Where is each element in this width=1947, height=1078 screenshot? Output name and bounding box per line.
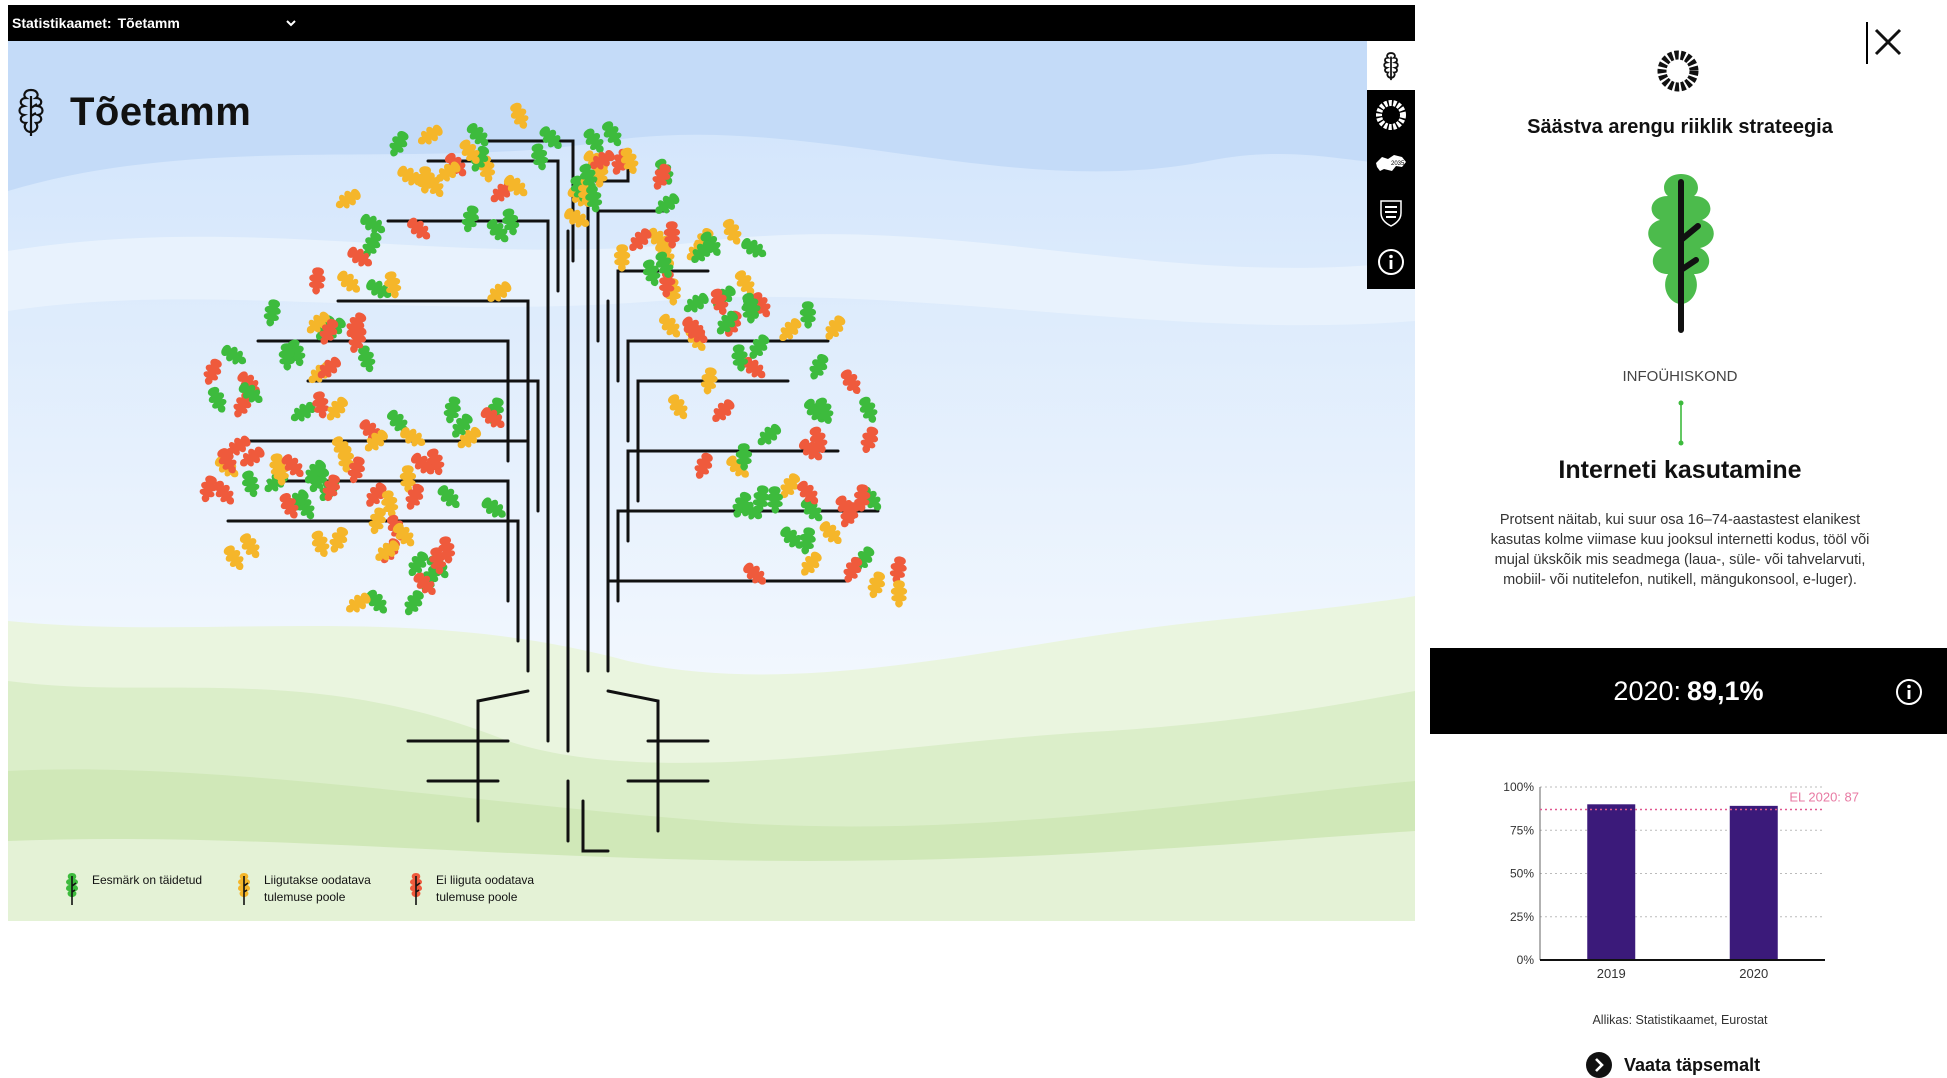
source-text: Allikas: Statistikaamet, Eurostat	[1592, 1013, 1768, 1027]
y-tick-label: 75%	[1510, 823, 1534, 837]
oak-leaf-icon	[18, 88, 44, 136]
info-icon	[1378, 248, 1404, 275]
legend-label: Eesmärk on täidetud	[92, 873, 203, 887]
sdg-button[interactable]	[1367, 90, 1415, 139]
y-tick-label: 0%	[1517, 953, 1535, 967]
legend-label: Ei liiguta oodatava tulemuse poole	[436, 873, 535, 904]
green-leaf-icon	[66, 873, 78, 905]
legend-label: Liigutakse oodatava tulemuse poole	[264, 873, 371, 904]
x-tick-label: 2019	[1597, 966, 1626, 981]
reference-line-label: EL 2020: 87	[1789, 789, 1859, 804]
tree-scene	[8, 41, 1415, 921]
oak-leaf-icon	[1383, 51, 1399, 80]
y-tick-label: 50%	[1510, 867, 1534, 881]
oak-leaf-icon	[1648, 174, 1714, 333]
svg-text:2035: 2035	[1391, 161, 1405, 167]
chart-bar[interactable]	[1729, 805, 1778, 960]
legend-item-achieved: Eesmärk on täidetud	[62, 872, 212, 906]
close-icon[interactable]	[1864, 22, 1908, 66]
page-title: Tõetamm	[70, 89, 252, 134]
side-icon-strip: 2035	[1367, 41, 1415, 289]
topbar-label: Statistikaamet:	[12, 15, 112, 31]
legend: Eesmärk on täidetud Liigutakse oodatava …	[62, 872, 578, 906]
tree-view-button[interactable]	[1367, 41, 1415, 90]
landscape-background	[8, 41, 1415, 921]
more-link-label: Vaata täpsemalt	[1624, 1054, 1761, 1075]
info-button[interactable]	[1367, 237, 1415, 286]
category-label: INFOÜHISKOND	[1622, 368, 1738, 385]
red-leaf-icon	[410, 873, 422, 905]
sdg-wheel-icon	[1376, 99, 1406, 130]
connector-line	[1678, 400, 1684, 446]
indicator-panel: Säästva arengu riiklik strateegia INFOÜH…	[1430, 0, 1947, 1078]
page-header: Tõetamm	[14, 88, 251, 136]
chevron-down-icon[interactable]	[285, 17, 297, 29]
chevron-right-circle-icon	[1586, 1052, 1612, 1078]
yellow-leaf-icon	[238, 873, 250, 905]
chart-bar[interactable]	[1587, 804, 1636, 960]
y-tick-label: 25%	[1510, 910, 1534, 924]
strategy-title: Säästva arengu riiklik strateegia	[1527, 116, 1833, 138]
topbar-select[interactable]: Tõetamm	[118, 15, 180, 31]
sdg-wheel-icon	[1657, 50, 1699, 92]
coat-of-arms-icon	[1380, 199, 1402, 227]
legend-item-not-progressing: Ei liiguta oodatava tulemuse poole	[406, 872, 556, 906]
top-bar: Statistikaamet: Tõetamm	[8, 5, 1415, 41]
x-tick-label: 2020	[1739, 966, 1768, 981]
indicator-title: Interneti kasutamine	[1558, 456, 1802, 484]
info-icon[interactable]	[1895, 678, 1923, 706]
value-banner: 2020: 89,1%	[1430, 648, 1947, 734]
y-tick-label: 100%	[1503, 780, 1534, 794]
more-link[interactable]: Vaata täpsemalt	[1586, 1052, 1760, 1078]
indicator-chart: 0% 25% 50% 75% 100% 2019 2020 EL 2020: 87	[1503, 780, 1859, 981]
value-year: 2020:	[1613, 675, 1681, 706]
value-number: 89,1%	[1687, 675, 1764, 706]
coat-of-arms-button[interactable]	[1367, 188, 1415, 237]
legend-item-progressing: Liigutakse oodatava tulemuse poole	[234, 872, 384, 906]
indicator-description: Protsent näitab, kui suur osa 16–74-aast…	[1490, 512, 1870, 588]
estonia-2035-button[interactable]: 2035	[1367, 139, 1415, 188]
estonia-2035-icon: 2035	[1376, 154, 1406, 171]
